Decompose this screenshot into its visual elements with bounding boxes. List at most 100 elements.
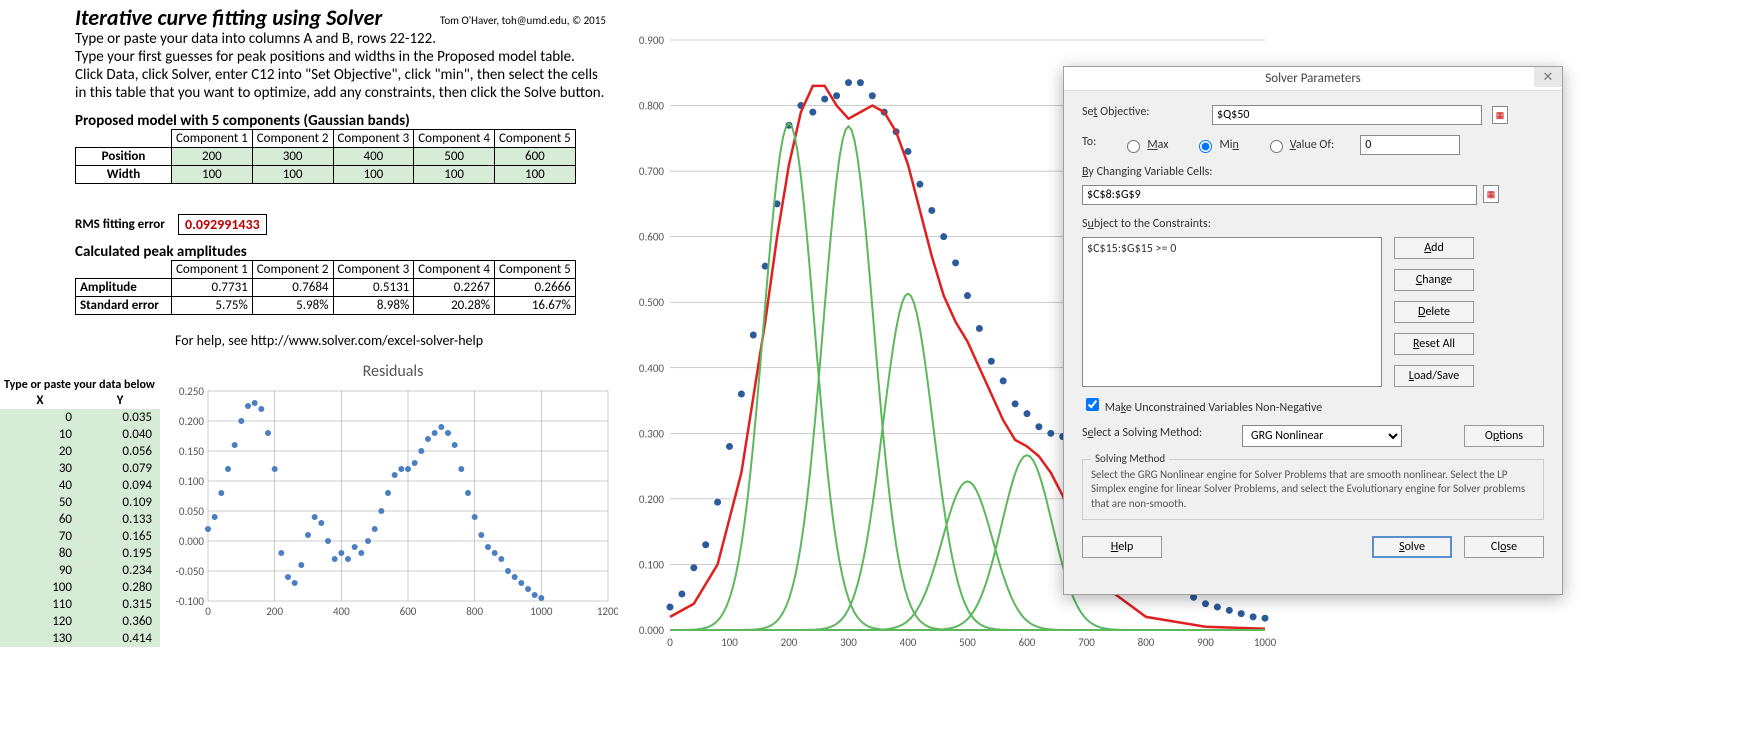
intro-text: Type or paste your data into columns A a… [75, 30, 635, 102]
constraints-label: Subject to the Constraints: [1082, 217, 1211, 231]
svg-text:700: 700 [1078, 636, 1095, 649]
table-row[interactable]: 1300.414 [0, 630, 160, 647]
svg-text:-0.100: -0.100 [176, 595, 205, 608]
solve-button[interactable]: Solve [1372, 536, 1452, 558]
radio-max[interactable]: Max [1122, 137, 1168, 153]
byline: Tom O'Haver, toh@umd.edu, © 2015 [440, 14, 606, 27]
position-cell[interactable]: 200 [172, 148, 253, 166]
table-row[interactable]: 200.056 [0, 443, 160, 460]
svg-text:0.050: 0.050 [179, 505, 205, 518]
svg-text:400: 400 [900, 636, 917, 649]
by-changing-label: By Changing Variable Cells: [1082, 165, 1213, 179]
table-row[interactable]: 1000.280 [0, 579, 160, 596]
svg-text:0.100: 0.100 [179, 475, 205, 488]
svg-text:800: 800 [1138, 636, 1155, 649]
svg-text:900: 900 [1197, 636, 1214, 649]
width-cell[interactable]: 100 [172, 166, 253, 184]
svg-text:0.250: 0.250 [179, 385, 205, 398]
svg-text:0.400: 0.400 [639, 362, 665, 375]
method-description-box: Solving Method Select the GRG Nonlinear … [1082, 459, 1544, 520]
svg-text:0.300: 0.300 [639, 427, 665, 440]
model-heading: Proposed model with 5 components (Gaussi… [75, 112, 410, 130]
loadsave-button[interactable]: Load/Save [1394, 365, 1474, 387]
add-button[interactable]: Add [1394, 237, 1474, 259]
objective-input[interactable] [1212, 105, 1482, 125]
svg-text:0.000: 0.000 [179, 535, 205, 548]
svg-text:0.800: 0.800 [639, 100, 665, 113]
help-link: For help, see http://www.solver.com/exce… [175, 332, 483, 349]
svg-text:800: 800 [466, 605, 483, 618]
table-row[interactable]: 400.094 [0, 477, 160, 494]
set-objective-label: Set Objective: [1082, 105, 1202, 119]
svg-text:0.100: 0.100 [639, 558, 665, 571]
svg-text:400: 400 [333, 605, 350, 618]
svg-text:500: 500 [959, 636, 976, 649]
changing-cells-input[interactable] [1082, 185, 1477, 205]
svg-text:1200: 1200 [597, 605, 618, 618]
svg-text:0.700: 0.700 [639, 165, 665, 178]
table-row[interactable]: 900.234 [0, 562, 160, 579]
residuals-title: Residuals [168, 362, 618, 381]
svg-text:200: 200 [266, 605, 283, 618]
method-description: Select the GRG Nonlinear engine for Solv… [1091, 468, 1535, 511]
width-label: Width [76, 166, 172, 184]
change-button[interactable]: Change [1394, 269, 1474, 291]
residuals-chart: Residuals -0.100-0.0500.0000.0500.1000.1… [168, 362, 618, 657]
table-row[interactable]: 300.079 [0, 460, 160, 477]
rms-value: 0.092991433 [178, 214, 267, 235]
svg-text:0.500: 0.500 [639, 296, 665, 309]
svg-text:100: 100 [721, 636, 738, 649]
rms-label: RMS fitting error [75, 217, 165, 232]
amplitude-table: Component 1Component 2Component 3Compone… [75, 260, 576, 315]
data-table: XY 00.035100.040200.056300.079400.094500… [0, 392, 160, 647]
to-label: To: [1082, 135, 1096, 149]
svg-text:600: 600 [400, 605, 417, 618]
close-button[interactable]: ✕ [1534, 67, 1562, 87]
table-row[interactable]: 600.133 [0, 511, 160, 528]
cell-ref-button-2[interactable]: ▦ [1483, 185, 1499, 203]
method-select[interactable]: GRG Nonlinear [1242, 425, 1402, 447]
table-row[interactable]: 100.040 [0, 426, 160, 443]
table-row[interactable]: 1100.315 [0, 596, 160, 613]
valueof-input[interactable] [1360, 135, 1460, 155]
page-title: Iterative curve fitting using Solver [75, 4, 382, 31]
reset-button[interactable]: Reset All [1394, 333, 1474, 355]
constraints-list[interactable]: $C$15:$G$15 >= 0 [1082, 237, 1382, 387]
method-box-heading: Solving Method [1091, 452, 1169, 465]
table-row[interactable]: 800.195 [0, 545, 160, 562]
dialog-title: Solver Parameters ✕ [1064, 67, 1562, 91]
svg-text:200: 200 [781, 636, 798, 649]
help-button[interactable]: Help [1082, 536, 1162, 558]
select-method-label: Select a Solving Method: [1082, 426, 1232, 440]
svg-text:1000: 1000 [1254, 636, 1277, 649]
calc-heading: Calculated peak amplitudes [75, 243, 247, 261]
cell-ref-button[interactable]: ▦ [1492, 106, 1508, 124]
radio-min[interactable]: Min [1194, 137, 1238, 153]
stderr-label: Standard error [76, 297, 172, 315]
options-button[interactable]: Options [1464, 425, 1544, 447]
radio-valueof[interactable]: Value Of: [1265, 137, 1334, 153]
svg-text:600: 600 [1019, 636, 1036, 649]
delete-button[interactable]: Delete [1394, 301, 1474, 323]
svg-text:0.900: 0.900 [639, 34, 665, 47]
svg-text:0: 0 [205, 605, 211, 618]
svg-text:0: 0 [667, 636, 673, 649]
table-row[interactable]: 700.165 [0, 528, 160, 545]
svg-text:0.150: 0.150 [179, 445, 205, 458]
nonneg-checkbox[interactable]: Make Unconstrained Variables Non-Negativ… [1082, 401, 1322, 415]
position-label: Position [76, 148, 172, 166]
svg-text:0.200: 0.200 [639, 493, 665, 506]
svg-text:1000: 1000 [530, 605, 553, 618]
table-row[interactable]: 00.035 [0, 409, 160, 426]
svg-text:0.000: 0.000 [639, 624, 665, 637]
svg-text:0.600: 0.600 [639, 231, 665, 244]
residuals-plot: -0.100-0.0500.0000.0500.1000.1500.2000.2… [168, 381, 618, 651]
table-row[interactable]: 1200.360 [0, 613, 160, 630]
model-table: Component 1 Component 2 Component 3 Comp… [75, 129, 576, 184]
data-paste-label: Type or paste your data below [4, 378, 155, 392]
close-button-2[interactable]: Close [1464, 536, 1544, 558]
svg-text:300: 300 [840, 636, 857, 649]
svg-text:0.200: 0.200 [179, 415, 205, 428]
table-row[interactable]: 500.109 [0, 494, 160, 511]
solver-dialog[interactable]: Solver Parameters ✕ Set Objective: ▦ To:… [1063, 66, 1563, 595]
